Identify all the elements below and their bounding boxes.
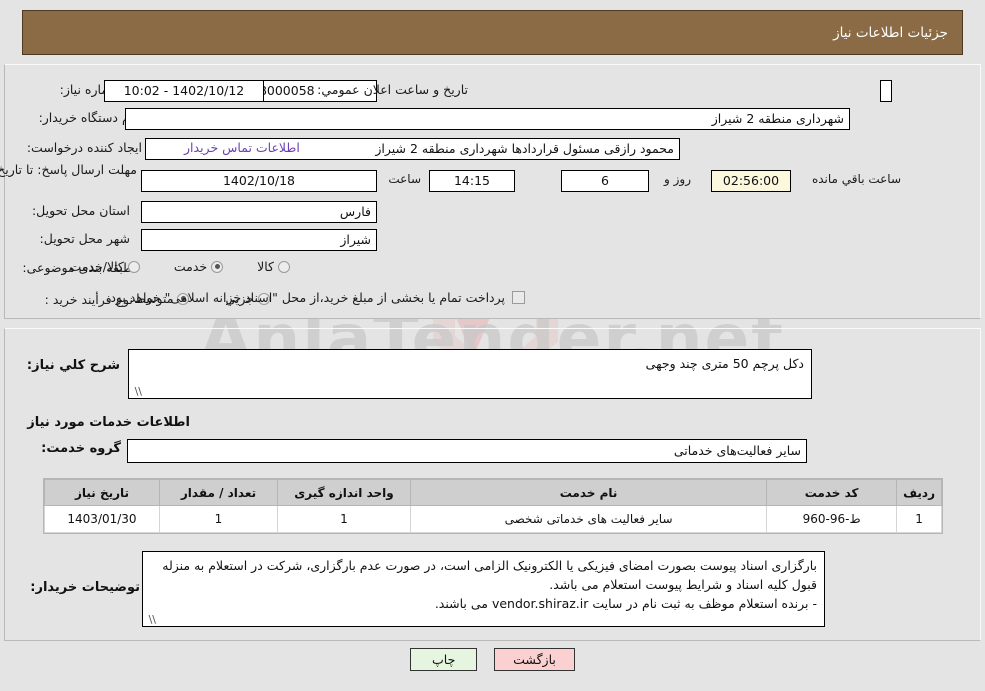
resize-grip-icon[interactable] [132, 387, 142, 397]
deadline-hour-wrap: 14:15 [429, 170, 515, 192]
page-root: AnlaTender.net جزئیات اطلاعات نیاز شماره… [0, 0, 985, 691]
col-unit: واحد اندازه گیری [277, 479, 411, 506]
cell-name: سایر فعالیت های خدماتی شخصی [409, 505, 768, 533]
category-option-kala-khedmat[interactable]: کالا/خدمت [69, 259, 140, 274]
col-name: نام خدمت [409, 479, 768, 506]
remaining-time-label-wrap: ساعت باقي مانده [808, 172, 905, 186]
resize-grip-icon-notes[interactable] [146, 615, 156, 625]
treasury-note-wrap: پرداخت تمام یا بخشی از مبلغ خرید،از محل … [106, 290, 525, 305]
buyer-org-field-wrap: شهرداری منطقه 2 شیراز [125, 108, 850, 130]
category-option-khedmat[interactable]: خدمت [173, 259, 224, 274]
requester-label: ایجاد کننده درخواست: [26, 140, 142, 155]
service-group-value[interactable]: سایر فعالیت‌های خدماتی [127, 439, 807, 463]
province-label: استان محل تحویل: [31, 203, 130, 218]
category-radio-group: کالا خدمت کالا/خدمت [69, 259, 290, 274]
buyer-notes-label: توضیحات خریدار: [30, 580, 140, 595]
province-field-wrap: فارس [141, 201, 377, 223]
print-button[interactable]: چاپ [410, 648, 478, 671]
page-header: جزئیات اطلاعات نیاز [22, 10, 963, 55]
city-value[interactable]: شیراز [141, 229, 377, 251]
deadline-date-value[interactable]: 1402/10/18 [141, 170, 377, 192]
deadline-hour-value[interactable]: 14:15 [429, 170, 515, 192]
announce-datetime-label-wrap: تاریخ و ساعت اعلان عمومي: [317, 82, 468, 97]
buyer-org-value[interactable]: شهرداری منطقه 2 شیراز [125, 108, 850, 130]
service-group-label: گروه خدمت: [41, 441, 121, 456]
buyer-notes-label-wrap: توضیحات خریدار: [30, 580, 140, 595]
services-section-title: اطلاعات خدمات مورد نیاز [27, 415, 190, 430]
cell-code: ط-96-960 [766, 505, 898, 533]
back-button[interactable]: بازگشت [494, 648, 575, 671]
remaining-time-wrap: 02:56:00 [711, 170, 791, 192]
buyer-org-label-wrap: نام دستگاه خریدار: [39, 110, 137, 125]
col-code: کد خدمت [766, 479, 898, 506]
cell-index: 1 [896, 505, 942, 533]
radio-khedmat-icon[interactable] [211, 260, 224, 273]
service-group-label-wrap: گروه خدمت: [41, 441, 121, 456]
col-quantity: تعداد / مقدار [159, 479, 278, 506]
description-label: شرح کلي نیاز: [26, 358, 120, 373]
description-label-wrap: شرح کلي نیاز: [27, 358, 120, 373]
category-option-khedmat-label: خدمت [173, 259, 208, 274]
table-row: 1 ط-96-960 سایر فعالیت های خدماتی شخصی 1… [44, 505, 942, 533]
buyer-contact-link[interactable]: اطلاعات تماس خریدار [184, 140, 300, 155]
category-option-kala[interactable]: کالا [257, 259, 290, 274]
cell-quantity: 1 [159, 505, 278, 533]
deadline-hour-label: ساعت [388, 172, 421, 186]
deadline-date-wrap: 1402/10/18 [141, 170, 377, 192]
radio-kala-icon[interactable] [278, 260, 290, 273]
radio-kala-khedmat-icon[interactable] [127, 260, 140, 273]
announce-datetime-field-pos [880, 80, 892, 102]
deadline-label-wrap: مهلت ارسال پاسخ: تا تاریخ: [0, 162, 137, 178]
buyer-notes-line-1: بارگزاری اسناد پیوست بصورت امضای فیزیکی … [162, 558, 817, 592]
page-title: جزئیات اطلاعات نیاز [833, 24, 948, 41]
buyer-notes-line-2: - برنده استعلام موظف به ثبت نام در سایت … [434, 596, 817, 611]
services-table-wrap: ردیف کد خدمت نام خدمت واحد اندازه گیری ت… [43, 478, 943, 534]
requester-label-wrap: ایجاد کننده درخواست: [27, 140, 142, 155]
description-textarea[interactable]: دکل پرچم 50 متری چند وجهی [128, 349, 812, 399]
description-value: دکل پرچم 50 متری چند وجهی [645, 356, 804, 371]
table-header-row: ردیف کد خدمت نام خدمت واحد اندازه گیری ت… [44, 479, 942, 506]
cell-need-date: 1403/01/30 [44, 505, 160, 533]
action-buttons: بازگشت چاپ [0, 648, 985, 671]
remaining-days-label: روز و [664, 172, 691, 186]
city-label: شهر محل تحویل: [39, 231, 130, 246]
remaining-days-label-wrap: روز و [660, 172, 695, 186]
service-group-field-wrap: سایر فعالیت‌های خدماتی [127, 439, 807, 463]
announce-datetime-field: 1402/10/12 - 10:02 [104, 80, 264, 102]
remaining-days-wrap: 6 [561, 170, 649, 192]
treasury-note-text: پرداخت تمام یا بخشی از مبلغ خرید،از محل … [106, 290, 505, 305]
province-label-wrap: استان محل تحویل: [32, 203, 130, 218]
remaining-days-value[interactable]: 6 [561, 170, 649, 192]
remaining-time-label: ساعت باقي مانده [811, 172, 901, 186]
treasury-checkbox[interactable] [512, 291, 525, 304]
city-field-wrap: شیراز [141, 229, 377, 251]
announce-datetime-value[interactable]: 1402/10/12 - 10:02 [104, 80, 264, 102]
deadline-hour-label-wrap: ساعت [384, 172, 425, 186]
province-value[interactable]: فارس [141, 201, 377, 223]
category-option-kala-label: کالا [257, 259, 274, 274]
city-label-wrap: شهر محل تحویل: [40, 231, 130, 246]
col-index: ردیف [896, 479, 942, 506]
announce-datetime-label: تاریخ و ساعت اعلان عمومي: [317, 82, 468, 97]
cell-unit: 1 [277, 505, 411, 533]
remaining-time-value: 02:56:00 [711, 170, 791, 192]
buyer-notes-textarea[interactable]: بارگزاری اسناد پیوست بصورت امضای فیزیکی … [142, 551, 825, 627]
col-need-date: تاریخ نیاز [44, 479, 160, 506]
deadline-label: مهلت ارسال پاسخ: تا تاریخ: [0, 162, 137, 177]
services-table: ردیف کد خدمت نام خدمت واحد اندازه گیری ت… [44, 479, 942, 533]
buyer-org-label: نام دستگاه خریدار: [38, 110, 137, 125]
buyer-contact-link-wrap: اطلاعات تماس خریدار [184, 140, 300, 155]
category-option-kala-khedmat-label: کالا/خدمت [69, 259, 124, 274]
